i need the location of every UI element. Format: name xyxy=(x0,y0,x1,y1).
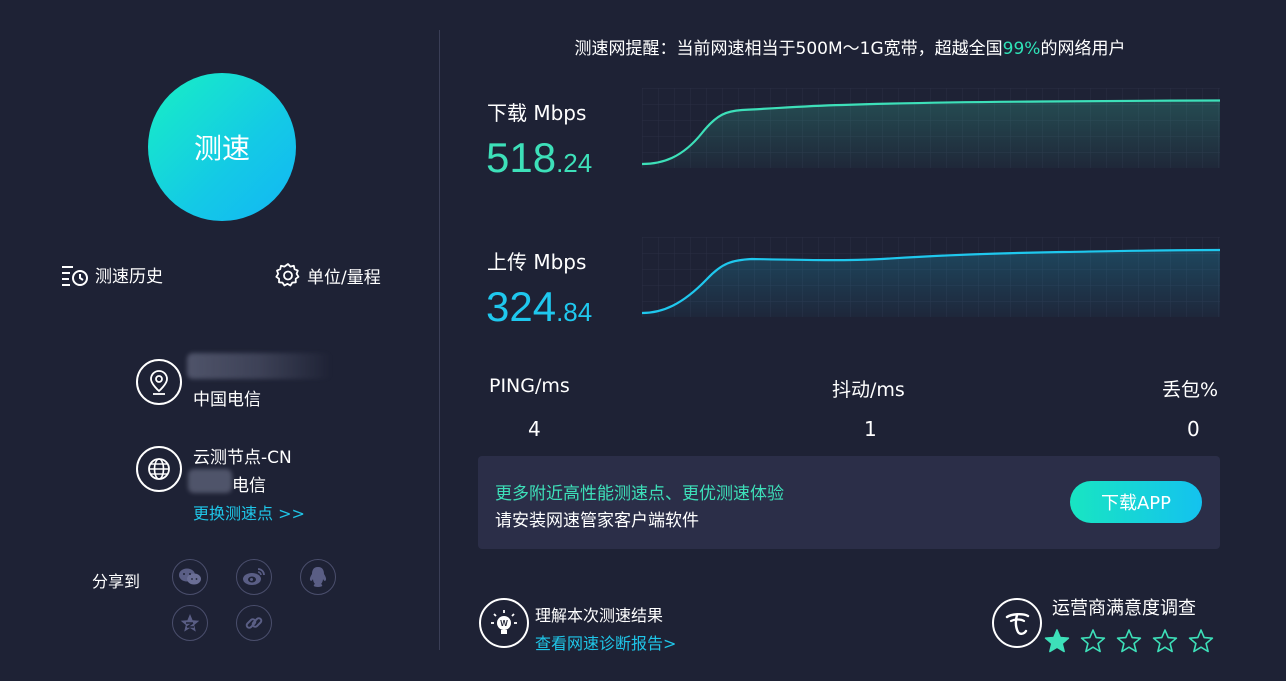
promo-line2: 请安装网速管家客户端软件 xyxy=(495,511,699,531)
upload-value: 324.84 xyxy=(486,283,592,331)
download-chart-svg xyxy=(642,88,1220,168)
ping-label: PING/ms xyxy=(489,375,570,397)
loss-value: 0 xyxy=(1187,417,1200,441)
star-icon[interactable] xyxy=(1044,628,1070,654)
svg-text:W: W xyxy=(500,619,508,628)
jitter-label: 抖动/ms xyxy=(832,379,905,401)
gear-icon xyxy=(275,262,301,288)
location-icon xyxy=(136,359,182,405)
units-label: 单位/量程 xyxy=(307,267,381,288)
survey-rating xyxy=(1044,628,1214,654)
node-isp: 电信 xyxy=(232,476,266,496)
units-setting-link[interactable]: 单位/量程 xyxy=(275,262,381,288)
qq-icon[interactable] xyxy=(300,559,336,595)
qzone-icon[interactable] xyxy=(172,605,208,641)
lightbulb-icon: W xyxy=(479,598,529,648)
download-app-button[interactable]: 下载APP xyxy=(1070,481,1202,523)
change-node-link[interactable]: 更换测速点 >> xyxy=(193,500,305,524)
download-value-int: 518 xyxy=(486,134,557,181)
redacted-ip xyxy=(187,353,332,379)
link-icon[interactable] xyxy=(236,605,272,641)
star-icon[interactable] xyxy=(1080,628,1106,654)
redacted-node-city xyxy=(188,469,232,493)
start-test-button[interactable]: 测速 xyxy=(148,73,296,221)
globe-icon xyxy=(136,446,182,492)
history-icon xyxy=(61,263,89,287)
star-icon[interactable] xyxy=(1116,628,1142,654)
upload-chart-svg xyxy=(642,237,1220,317)
download-chart xyxy=(642,88,1220,168)
jitter-value: 1 xyxy=(864,417,877,441)
wechat-icon[interactable] xyxy=(172,559,208,595)
history-label: 测速历史 xyxy=(95,267,163,287)
history-link[interactable]: 测速历史 xyxy=(61,262,163,287)
upload-chart xyxy=(642,237,1220,317)
download-value: 518.24 xyxy=(486,134,592,182)
report-link[interactable]: 查看网速诊断报告> xyxy=(535,630,676,654)
star-icon[interactable] xyxy=(1152,628,1178,654)
star-icon[interactable] xyxy=(1188,628,1214,654)
weibo-icon[interactable] xyxy=(236,559,272,595)
download-label: 下载 Mbps xyxy=(487,101,587,125)
ping-value: 4 xyxy=(528,417,541,441)
survey-title: 运营商满意度调查 xyxy=(1052,598,1196,619)
upload-label: 上传 Mbps xyxy=(487,250,587,274)
panel-divider xyxy=(439,30,440,650)
loss-label: 丢包% xyxy=(1162,379,1219,401)
download-value-dec: .24 xyxy=(556,148,593,178)
share-label: 分享到 xyxy=(92,572,141,591)
node-title: 云测节点-CN xyxy=(193,448,292,468)
promo-line1: 更多附近高性能测速点、更优测速体验 xyxy=(495,484,784,504)
speed-tip: 测速网提醒：当前网速相当于500M～1G宽带，超越全国99%的网络用户 xyxy=(480,34,1220,59)
tip-suffix: 的网络用户 xyxy=(1040,39,1126,59)
china-telecom-logo-icon xyxy=(992,598,1042,648)
tip-prefix: 测速网提醒：当前网速相当于500M～1G宽带，超越全国 xyxy=(574,39,1003,59)
report-title: 理解本次测速结果 xyxy=(535,606,664,625)
app-promo-banner: 更多附近高性能测速点、更优测速体验 请安装网速管家客户端软件 下载APP xyxy=(478,456,1220,549)
tip-percent: 99% xyxy=(1002,39,1041,59)
upload-value-int: 324 xyxy=(486,283,557,330)
upload-value-dec: .84 xyxy=(556,297,593,327)
isp-name: 中国电信 xyxy=(193,390,261,410)
